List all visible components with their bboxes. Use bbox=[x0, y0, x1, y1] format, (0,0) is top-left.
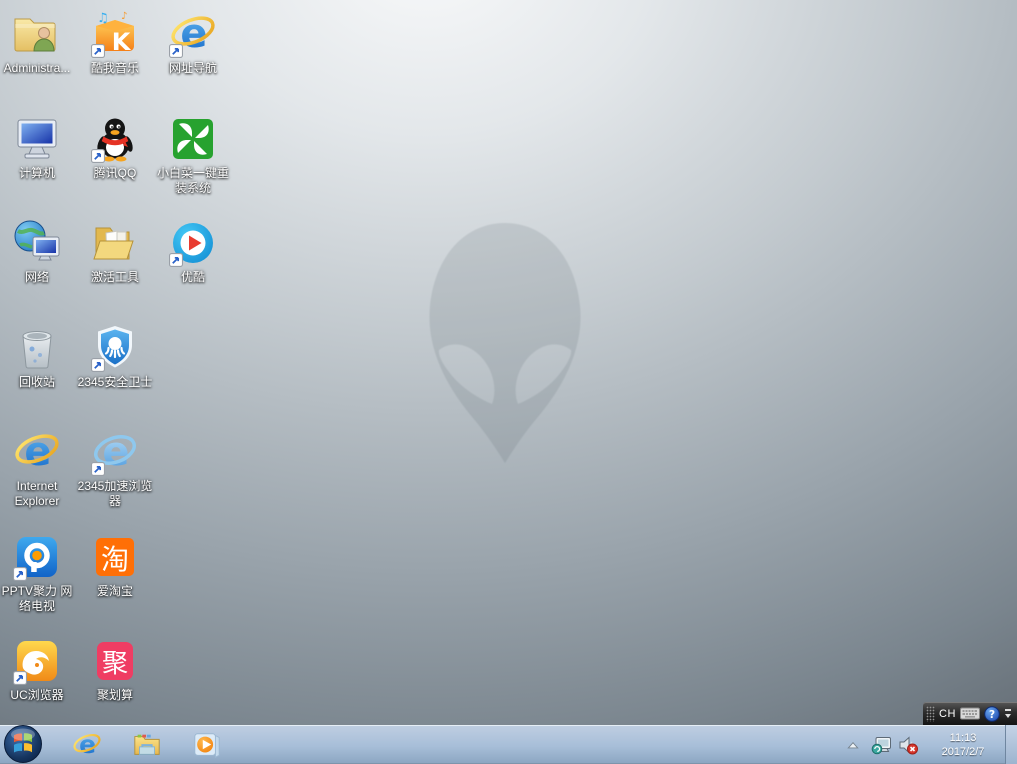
desktop-icon-label: Administra... bbox=[0, 61, 76, 76]
show-hidden-icons-button[interactable] bbox=[846, 739, 860, 751]
kuwo-music-icon: K♫ ♪ bbox=[91, 10, 139, 58]
desktop-icon-label: 小白菜一键重装系统 bbox=[154, 166, 232, 196]
desktop-icon-2345-browser[interactable]: e2345加速浏览器 bbox=[76, 428, 154, 509]
network-globe-icon bbox=[13, 219, 61, 267]
language-bar[interactable]: CH ? bbox=[923, 702, 1017, 725]
desktop-icon-label: 2345安全卫士 bbox=[76, 375, 154, 390]
qq-penguin-icon bbox=[91, 115, 139, 163]
desktop-icon-label: 酷我音乐 bbox=[76, 61, 154, 76]
folder-open-icon bbox=[91, 219, 139, 267]
desktop-icon-label: UC浏览器 bbox=[0, 688, 76, 703]
desktop-icon-aitaobao[interactable]: 淘爱淘宝 bbox=[76, 533, 154, 599]
shortcut-arrow-icon bbox=[13, 671, 27, 685]
start-button[interactable] bbox=[3, 724, 43, 764]
shortcut-arrow-icon bbox=[91, 358, 105, 372]
desktop-icon-label: 聚划算 bbox=[76, 688, 154, 703]
network-status-icon[interactable] bbox=[871, 734, 893, 756]
taskbar-pinned-icons: e bbox=[57, 725, 237, 764]
ie-classic-icon: e bbox=[169, 10, 217, 58]
desktop-icon-kuwo-music[interactable]: K♫ ♪ 酷我音乐 bbox=[76, 10, 154, 76]
desktop-icon-label: 网络 bbox=[0, 270, 76, 285]
shortcut-arrow-icon bbox=[169, 44, 183, 58]
svg-text:♫: ♫ bbox=[97, 11, 109, 26]
desktop-icon-xiaobaicai-reinstall[interactable]: 小白菜一键重装系统 bbox=[154, 115, 232, 196]
desktop-icon-label: Internet Explorer bbox=[0, 479, 76, 509]
svg-text:淘: 淘 bbox=[101, 543, 129, 576]
desktop-icon-2345-security[interactable]: 2345安全卫士 bbox=[76, 324, 154, 390]
desktop-icon-label: PPTV聚力 网络电视 bbox=[0, 584, 76, 614]
uc-squirrel-icon bbox=[13, 637, 61, 685]
desktop-icon-label: 回收站 bbox=[0, 375, 76, 390]
volume-muted-icon[interactable] bbox=[897, 734, 919, 756]
options-arrow-icon[interactable] bbox=[1005, 714, 1011, 718]
desktop-icon-activation-tools[interactable]: 激活工具 bbox=[76, 219, 154, 285]
taskbar-button-windows-media-player[interactable] bbox=[177, 725, 237, 764]
tray-clock[interactable]: 11:13 2017/2/7 bbox=[926, 731, 1000, 759]
desktop-icon-recycle-bin[interactable]: 回收站 bbox=[0, 324, 76, 390]
taobao-icon: 淘 bbox=[91, 533, 139, 581]
svg-text:♪: ♪ bbox=[121, 11, 127, 22]
shortcut-arrow-icon bbox=[91, 44, 105, 58]
help-icon[interactable]: ? bbox=[984, 706, 1000, 722]
desktop-icon-tencent-qq[interactable]: 腾讯QQ bbox=[76, 115, 154, 181]
keyboard-icon[interactable] bbox=[960, 707, 980, 720]
alienware-logo-watermark bbox=[425, 222, 585, 464]
clock-date: 2017/2/7 bbox=[926, 745, 1000, 759]
desktop-icon-label: 2345加速浏览器 bbox=[76, 479, 154, 509]
desktop-icon-uc-browser[interactable]: UC浏览器 bbox=[0, 637, 76, 703]
language-bar-grip-handle[interactable] bbox=[926, 706, 935, 722]
system-tray: 11:13 2017/2/7 bbox=[846, 725, 1017, 764]
ie-classic-icon: e bbox=[13, 428, 61, 476]
language-bar-options[interactable] bbox=[1002, 709, 1014, 718]
desktop-icon-web-navigation[interactable]: e 网址导航 bbox=[154, 10, 232, 76]
svg-text:?: ? bbox=[989, 709, 995, 721]
show-desktop-button[interactable] bbox=[1006, 725, 1017, 764]
taskbar-button-windows-explorer[interactable] bbox=[117, 725, 177, 764]
minimize-icon[interactable] bbox=[1005, 709, 1011, 711]
desktop-icon-label: 网址导航 bbox=[154, 61, 232, 76]
shortcut-arrow-icon bbox=[91, 149, 105, 163]
desktop-icon-administrator[interactable]: Administra... bbox=[0, 10, 76, 76]
desktop-icon-network[interactable]: 网络 bbox=[0, 219, 76, 285]
desktop-icon-label: 腾讯QQ bbox=[76, 166, 154, 181]
shortcut-arrow-icon bbox=[91, 462, 105, 476]
desktop-icon-label: 计算机 bbox=[0, 166, 76, 181]
recycle-bin-icon bbox=[13, 324, 61, 372]
ie-light-icon: e bbox=[91, 428, 139, 476]
shortcut-arrow-icon bbox=[13, 567, 27, 581]
juhuasuan-icon: 聚 bbox=[91, 637, 139, 685]
user-folder-icon bbox=[13, 10, 61, 58]
svg-text:K: K bbox=[112, 28, 132, 56]
taskbar: e bbox=[0, 725, 1017, 764]
language-indicator[interactable]: CH bbox=[939, 708, 956, 720]
taskbar-button-internet-explorer[interactable]: e bbox=[57, 725, 117, 764]
desktop-icon-label: 激活工具 bbox=[76, 270, 154, 285]
computer-monitor-icon bbox=[13, 115, 61, 163]
desktop-icon-computer[interactable]: 计算机 bbox=[0, 115, 76, 181]
shortcut-arrow-icon bbox=[169, 253, 183, 267]
blue-shield-icon bbox=[91, 324, 139, 372]
desktop-icon-internet-explorer[interactable]: eInternet Explorer bbox=[0, 428, 76, 509]
desktop: Administra... K♫ ♪ 酷我音乐 e 网址导航计算机腾讯QQ小白菜一键重装系… bbox=[0, 0, 1017, 764]
pptv-icon bbox=[13, 533, 61, 581]
desktop-icon-grid: Administra... K♫ ♪ 酷我音乐 e 网址导航计算机腾讯QQ小白菜一键重装系… bbox=[0, 0, 280, 720]
desktop-icon-label: 爱淘宝 bbox=[76, 584, 154, 599]
desktop-icon-pptv[interactable]: PPTV聚力 网络电视 bbox=[0, 533, 76, 614]
desktop-icon-juhuasuan[interactable]: 聚聚划算 bbox=[76, 637, 154, 703]
desktop-icon-youku[interactable]: 优酷 bbox=[154, 219, 232, 285]
desktop-icon-label: 优酷 bbox=[154, 270, 232, 285]
green-pinwheel-icon bbox=[169, 115, 217, 163]
youku-play-icon bbox=[169, 219, 217, 267]
svg-text:聚: 聚 bbox=[102, 649, 128, 679]
clock-time: 11:13 bbox=[926, 731, 1000, 745]
